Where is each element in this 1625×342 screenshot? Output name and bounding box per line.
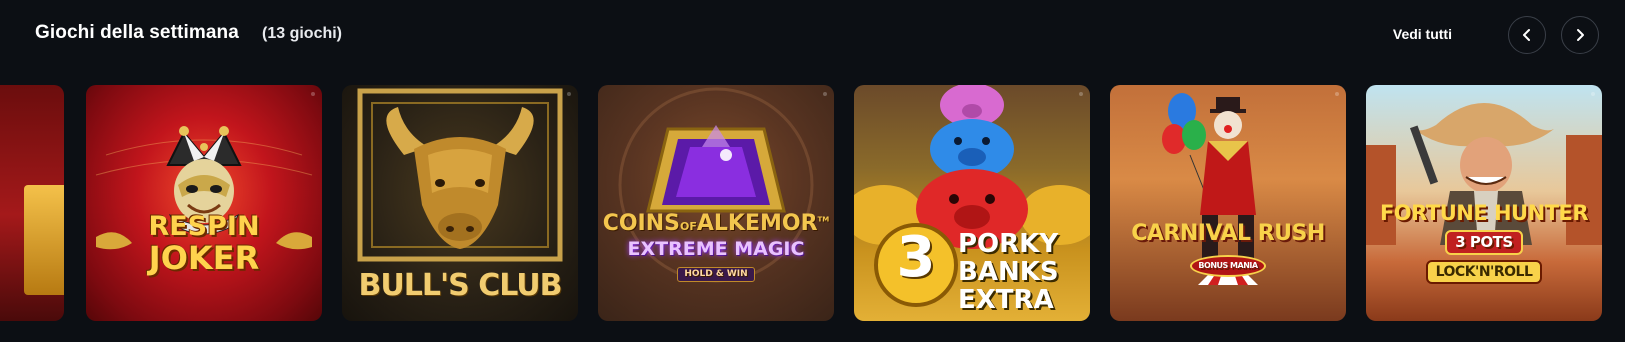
games-count: (13 giochi) (262, 25, 343, 42)
indicator-dot (311, 92, 315, 96)
game-art (618, 87, 814, 283)
indicator-dot (1335, 92, 1339, 96)
game-logo: CARNIVAL RUSH BONUS MANIA (1110, 223, 1346, 277)
logo-badge: HOLD & WIN (677, 267, 755, 282)
logo-line: RUSH (1257, 221, 1326, 246)
logo-badge: LOCK'N'ROLL (1425, 260, 1543, 284)
game-art (24, 185, 64, 295)
game-art (1162, 93, 1258, 285)
logo-badge: 3 POTS (1445, 230, 1523, 255)
logo-line: BANKS (958, 257, 1059, 287)
game-card-fortune-hunter[interactable]: FORTUNE HUNTER 3 POTS LOCK'N'ROLL (1366, 85, 1602, 321)
logo-trademark: TM (817, 215, 830, 224)
game-art (95, 126, 313, 250)
indicator-dot (567, 92, 571, 96)
game-card-bulls-club[interactable]: BULL'S CLUB (342, 85, 578, 321)
indicator-dot (1591, 92, 1595, 96)
section-title: Giochi della settimana (35, 22, 239, 43)
indicator-dot (823, 92, 827, 96)
logo-line: FORTUNE HUNTER (1379, 201, 1589, 225)
game-logo: BULL'S CLUB (358, 268, 563, 303)
game-logo: PORKY BANKS EXTRA (958, 231, 1084, 313)
section-header: Giochi della settimana (13 giochi) Vedi … (0, 0, 1625, 72)
logo-line: JOKER (148, 239, 260, 277)
logo-line: RESPIN (148, 211, 260, 242)
carousel-next-button[interactable] (1561, 16, 1599, 54)
see-all-link[interactable]: Vedi tutti (1393, 26, 1452, 42)
game-logo: RESPIN JOKER (86, 213, 322, 274)
indicator-dot (1079, 92, 1083, 96)
logo-line: ALKEMOR (696, 211, 818, 236)
game-card-porky-banks[interactable]: 3 PORKY BANKS EXTRA (854, 85, 1090, 321)
game-card-coins-alkemor[interactable]: COINSofALKEMORTM EXTREME MAGIC HOLD & WI… (598, 85, 834, 321)
logo-number: 3 (896, 225, 936, 290)
logo-line: CARNIVAL (1131, 221, 1251, 246)
game-card-carnival-rush[interactable]: CARNIVAL RUSH BONUS MANIA (1110, 85, 1346, 321)
game-logo: COINSofALKEMORTM EXTREME MAGIC HOLD & WI… (598, 213, 834, 282)
chevron-right-icon (1577, 29, 1584, 41)
game-card-respin-joker[interactable]: RESPIN JOKER (86, 85, 322, 321)
logo-of: of (680, 220, 697, 233)
chevron-left-icon (1523, 29, 1530, 41)
logo-line: COINS (602, 211, 680, 236)
games-carousel: RESPIN JOKER BULL'S CLUB COINSOFALKEMORT… (0, 85, 1625, 321)
carousel-prev-button[interactable] (1508, 16, 1546, 54)
logo-badge: BONUS MANIA (1190, 255, 1266, 277)
game-logo: FORTUNE HUNTER 3 POTS LOCK'N'ROLL (1366, 203, 1602, 284)
logo-line: EXTREME MAGIC (627, 238, 805, 260)
game-card-partial[interactable] (0, 85, 64, 321)
logo-line: EXTRA (958, 285, 1054, 315)
logo-line: PORKY (958, 229, 1059, 259)
